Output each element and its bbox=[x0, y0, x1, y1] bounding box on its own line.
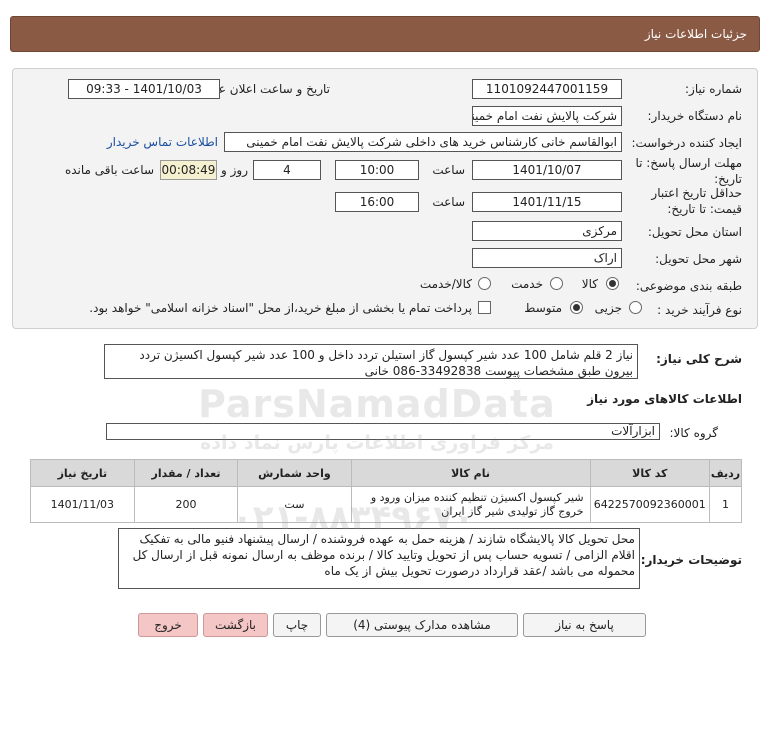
city-label: شهر محل تحویل: bbox=[655, 252, 742, 266]
cell-date: 1401/11/03 bbox=[30, 486, 135, 523]
validity-date-field: 1401/11/15 bbox=[472, 192, 622, 212]
cell-unit: ست bbox=[237, 486, 352, 523]
deadline-label: مهلت ارسال پاسخ: تا bbox=[635, 156, 742, 170]
validity-time-field: 16:00 bbox=[335, 192, 419, 212]
col-header-date: تاریخ نیاز bbox=[30, 459, 135, 487]
col-header-name: نام کالا bbox=[350, 459, 591, 487]
category-label: طبقه بندی موضوعی: bbox=[635, 279, 742, 293]
goods-section-title: اطلاعات کالاهای مورد نیاز bbox=[587, 392, 742, 406]
back-button[interactable]: بازگشت bbox=[203, 613, 268, 637]
exit-button[interactable]: خروج bbox=[138, 613, 198, 637]
validity-label-date: قیمت: تا تاریخ: bbox=[667, 202, 742, 216]
need-number-field: 1101092447001159 bbox=[472, 79, 622, 99]
treasury-checkbox[interactable] bbox=[478, 301, 491, 314]
col-header-code: کد کالا bbox=[589, 459, 711, 487]
purchase-radio-medium[interactable] bbox=[570, 301, 583, 314]
announce-field: 1401/10/03 - 09:33 bbox=[68, 79, 220, 99]
goods-group-field: ابزارآلات bbox=[106, 423, 660, 440]
need-number-label: شماره نیاز: bbox=[685, 82, 742, 96]
validity-label: حداقل تاریخ اعتبار bbox=[651, 186, 742, 200]
category-option-goods-service: کالا/خدمت bbox=[419, 277, 472, 291]
goods-table: ردیف کد کالا نام کالا واحد شمارش تعداد /… bbox=[30, 459, 742, 523]
page-header: جزئیات اطلاعات نیاز bbox=[10, 16, 760, 52]
deadline-label-date: تاریخ: bbox=[714, 172, 742, 186]
description-box: نیاز 2 قلم شامل 100 عدد شیر کپسول گاز اس… bbox=[104, 344, 638, 379]
buyer-notes-label: توضیحات خریدار: bbox=[640, 553, 742, 567]
buyer-org-label: نام دستگاه خریدار: bbox=[647, 109, 743, 123]
watermark-brand: ParsNamadData bbox=[198, 382, 556, 426]
reply-button[interactable]: پاسخ به نیاز bbox=[523, 613, 646, 637]
creator-label: ایجاد کننده درخواست: bbox=[631, 136, 742, 150]
purchase-option-medium: متوسط bbox=[524, 301, 562, 315]
category-radio-goods-service[interactable] bbox=[478, 277, 491, 290]
purchase-type-label: نوع فرآیند خرید : bbox=[657, 303, 742, 317]
province-label: استان محل تحویل: bbox=[647, 225, 742, 239]
treasury-note: پرداخت تمام یا بخشی از مبلغ خرید،از محل … bbox=[89, 301, 472, 315]
print-button[interactable]: چاپ bbox=[273, 613, 321, 637]
category-radio-goods[interactable] bbox=[606, 277, 619, 290]
cell-code: 6422570092360001 bbox=[589, 486, 711, 523]
cell-qty: 200 bbox=[133, 486, 239, 523]
purchase-radio-minor[interactable] bbox=[629, 301, 642, 314]
purchase-option-minor: جزیی bbox=[594, 301, 622, 315]
buyer-org-field: شرکت پالایش نفت امام خمینی ره شازند bbox=[472, 106, 622, 126]
description-label: شرح کلی نیاز: bbox=[656, 352, 742, 366]
table-row: 1 6422570092360001 شیر کپسول اکسیژن تنظی… bbox=[30, 486, 742, 523]
buyer-contact-link[interactable]: اطلاعات تماس خریدار bbox=[107, 135, 218, 149]
cell-name: شیر کپسول اکسیژن تنظیم کننده میزان ورود … bbox=[350, 486, 591, 523]
deadline-time-label: ساعت bbox=[432, 163, 465, 177]
category-option-goods: کالا bbox=[581, 277, 598, 291]
view-attachments-button[interactable]: مشاهده مدارک پیوستی (4) bbox=[326, 613, 518, 637]
days-label: روز و bbox=[221, 163, 248, 177]
remaining-time-field: 00:08:49 bbox=[160, 160, 217, 180]
city-field: اراک bbox=[472, 248, 622, 268]
col-header-qty: تعداد / مقدار bbox=[133, 459, 239, 487]
cell-row: 1 bbox=[709, 486, 742, 523]
col-header-unit: واحد شمارش bbox=[237, 459, 352, 487]
col-header-row: ردیف bbox=[709, 459, 742, 487]
province-field: مرکزی bbox=[472, 221, 622, 241]
creator-field: ابوالقاسم خانی کارشناس خرید های داخلی شر… bbox=[224, 132, 622, 152]
page-title: جزئیات اطلاعات نیاز bbox=[644, 27, 747, 41]
validity-time-label: ساعت bbox=[432, 195, 465, 209]
buyer-notes-box: محل تحویل کالا پالایشگاه شازند / هزینه ح… bbox=[118, 528, 640, 589]
deadline-time-field: 10:00 bbox=[335, 160, 419, 180]
category-option-service: خدمت bbox=[511, 277, 543, 291]
goods-group-label: گروه کالا: bbox=[669, 426, 719, 440]
days-field: 4 bbox=[253, 160, 321, 180]
category-radio-service[interactable] bbox=[550, 277, 563, 290]
remaining-label: ساعت باقی مانده bbox=[64, 163, 154, 177]
deadline-date-field: 1401/10/07 bbox=[472, 160, 622, 180]
